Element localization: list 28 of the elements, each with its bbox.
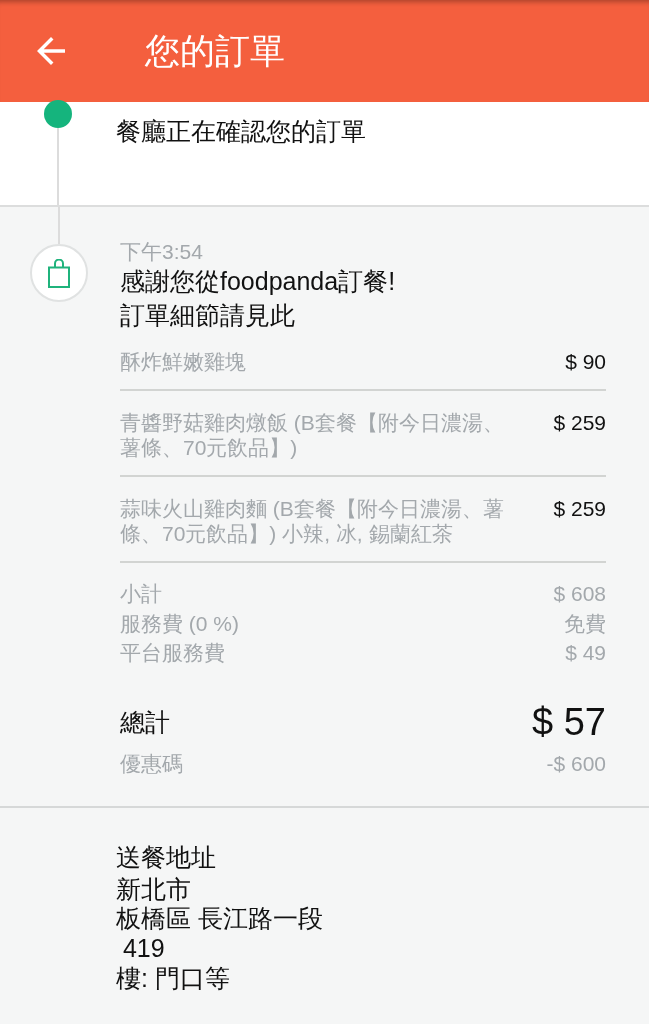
arrow-left-icon: [37, 37, 65, 65]
item-price: $ 90: [565, 349, 606, 374]
total-label: 總計: [120, 706, 170, 737]
item-name: 酥炸鮮嫩雞塊: [120, 349, 247, 374]
back-button[interactable]: [36, 36, 66, 66]
item-name: 蒜味火山雞肉麵 (B套餐【附今日濃湯、薯條、70元飲品】) 小辣, 冰, 錫蘭紅茶: [120, 496, 505, 546]
message-time: 下午3:54: [120, 240, 204, 264]
item-price: $ 259: [553, 410, 606, 436]
address-line: 板橋區 長江路一段: [116, 904, 323, 934]
fee-label: 平台服務費: [120, 640, 225, 666]
address-line: 新北市: [116, 874, 191, 905]
fee-label: 小計: [120, 581, 162, 607]
discount-amount: -$ 600: [546, 750, 606, 777]
item-price: $ 259: [553, 496, 606, 522]
order-message: 感謝您從foodpanda訂餐!: [120, 266, 397, 297]
discount-label: 優惠碼: [120, 750, 183, 777]
fee-label: 服務費 (0 %): [120, 610, 239, 637]
address-line: 樓: 門口等: [116, 963, 230, 994]
fee-value: 免費: [564, 610, 606, 637]
address-line: 419: [121, 933, 165, 964]
total-amount: $ 57: [532, 699, 606, 745]
status-message: 餐廳正在確認您的訂單: [116, 116, 366, 147]
page-title: 您的訂單: [145, 30, 285, 72]
item-name: 青醬野菇雞肉燉飯 (B套餐【附今日濃湯、薯條、70元飲品】): [120, 410, 505, 460]
fee-value: $ 608: [553, 581, 606, 607]
fee-value: $ 49: [565, 640, 606, 666]
order-message: 訂單細節請見此: [120, 300, 296, 331]
address-title: 送餐地址: [116, 841, 216, 872]
